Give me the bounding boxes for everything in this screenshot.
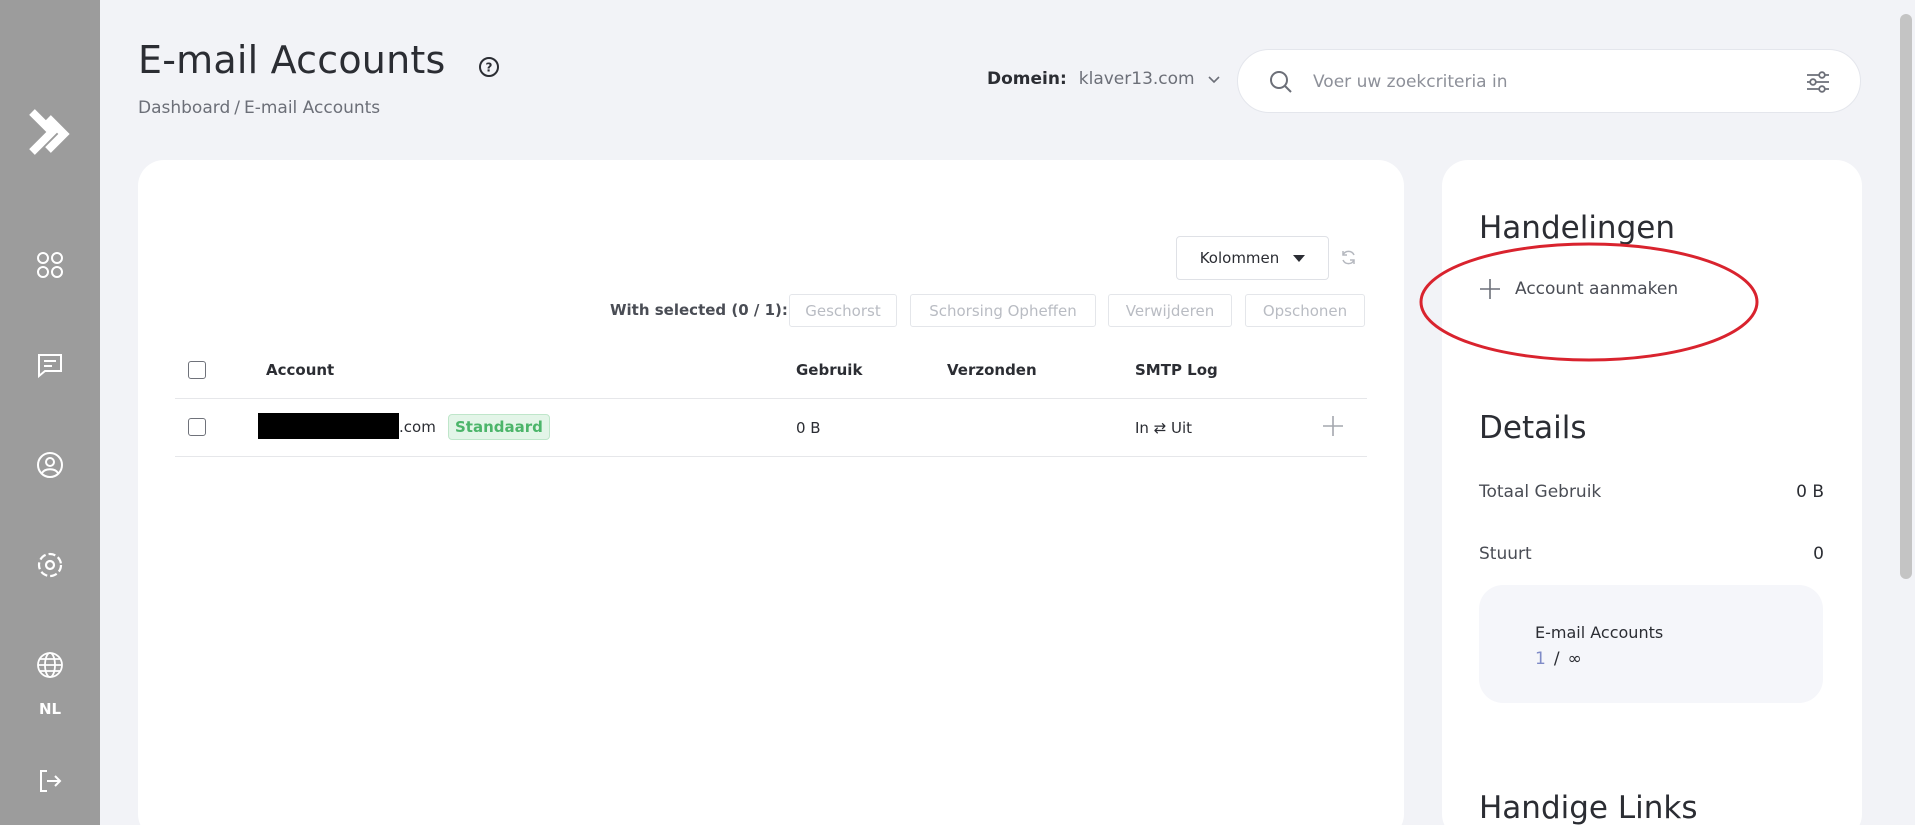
domain-value[interactable]: klaver13.com [1079,69,1195,89]
scrollbar[interactable] [1900,14,1912,579]
settings-icon[interactable] [35,550,65,580]
column-header-account[interactable]: Account [266,361,334,379]
refresh-icon[interactable] [1340,249,1357,266]
sends-label: Stuurt [1479,544,1532,564]
select-all-checkbox[interactable] [188,361,206,379]
quota-label: E-mail Accounts [1535,623,1664,642]
quota-used: 1 [1535,649,1546,669]
columns-button[interactable]: Kolommen [1176,236,1329,280]
quota-separator: / [1553,649,1560,669]
table-divider [175,456,1367,457]
total-usage-label: Totaal Gebruik [1479,482,1602,502]
account-domain-suffix[interactable]: .com [399,418,436,436]
help-icon[interactable]: ? [478,56,500,78]
breadcrumb-current: E-mail Accounts [243,98,381,118]
search-bar [1237,49,1861,113]
page-title: E-mail Accounts [138,38,446,82]
quota-box: E-mail Accounts 1 / ∞ [1479,585,1823,703]
total-usage-value: 0 B [1796,482,1824,502]
smtp-log-link[interactable]: In ⇄ Uit [1135,419,1192,437]
quota-max: ∞ [1567,649,1582,669]
row-checkbox[interactable] [188,418,206,436]
domain-label: Domein: [987,69,1067,89]
column-header-usage[interactable]: Gebruik [796,361,862,379]
breadcrumb: Dashboard / E-mail Accounts [138,98,380,118]
domain-selector[interactable]: Domein: klaver13.com [987,69,1221,89]
breadcrumb-home[interactable]: Dashboard [138,98,230,118]
details-heading: Details [1479,410,1587,446]
table-divider [175,398,1367,399]
logout-icon[interactable] [35,766,65,796]
language-label[interactable]: NL [0,700,100,718]
search-input[interactable] [1313,68,1773,96]
sidebar: NL [0,0,100,825]
useful-links-heading: Handige Links [1479,790,1698,825]
quota-value: 1 / ∞ [1535,649,1582,669]
messages-icon[interactable] [35,350,65,380]
filter-sliders-icon[interactable] [1804,68,1832,96]
status-badge: Standaard [448,414,550,440]
bulk-unsuspend-button[interactable]: Schorsing Opheffen [910,294,1096,327]
logo-icon[interactable] [28,108,72,158]
dashboard-icon[interactable] [35,250,65,280]
breadcrumb-separator: / [234,98,240,118]
column-header-sent[interactable]: Verzonden [947,361,1037,379]
with-selected-label: With selected (0 / 1): [610,301,788,319]
total-usage-row: Totaal Gebruik 0 B [1479,482,1824,502]
usage-value: 0 B [796,419,821,437]
bulk-cleanup-button[interactable]: Opschonen [1245,294,1365,327]
redacted-account-name [258,413,399,439]
language-icon[interactable] [35,650,65,680]
bulk-delete-button[interactable]: Verwijderen [1108,294,1232,327]
account-icon[interactable] [35,450,65,480]
sends-row: Stuurt 0 [1479,544,1824,564]
search-icon [1270,71,1292,93]
expand-row-plus-icon[interactable] [1321,414,1345,438]
svg-text:?: ? [486,61,493,75]
caret-down-icon [1293,254,1306,262]
annotation-circle [1419,242,1759,362]
columns-button-label: Kolommen [1199,249,1280,267]
bulk-suspend-button[interactable]: Geschorst [789,294,897,327]
sends-value: 0 [1813,544,1824,564]
chevron-down-icon[interactable] [1207,72,1221,86]
column-header-smtp-log[interactable]: SMTP Log [1135,361,1218,379]
